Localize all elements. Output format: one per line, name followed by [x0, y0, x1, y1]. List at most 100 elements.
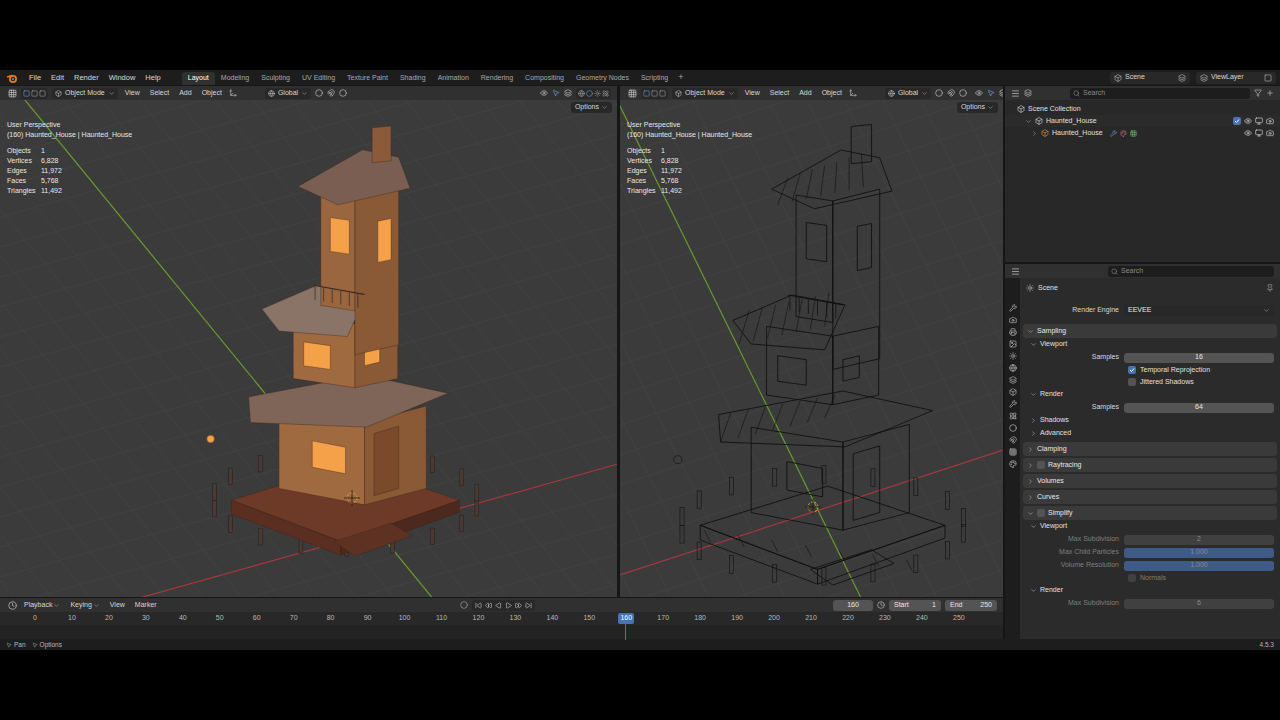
3d-viewport[interactable]: Object Mode View Select Add Object GlobalUser… — [0, 86, 617, 597]
editor-type-button[interactable] — [628, 89, 637, 98]
properties-tab[interactable] — [1009, 376, 1017, 384]
render-engine-dropdown[interactable]: EEVEE — [1124, 305, 1274, 316]
end-frame-field[interactable]: End250 — [945, 600, 997, 611]
viewport-menu[interactable]: Select — [767, 88, 792, 99]
outliner-row[interactable]: Haunted_House — [1005, 115, 1280, 127]
property-checkbox-row[interactable]: Normals — [1020, 572, 1280, 584]
property-panel-header[interactable]: Sampling — [1023, 324, 1277, 338]
number-field[interactable]: 2 — [1124, 535, 1274, 545]
menu-item[interactable]: Help — [140, 72, 165, 83]
properties-tab[interactable] — [1009, 424, 1017, 432]
options-button[interactable]: Options — [571, 102, 612, 113]
property-subpanel-header[interactable]: Advanced — [1020, 427, 1280, 440]
property-subpanel-header[interactable]: Shadows — [1020, 414, 1280, 427]
property-panel-header[interactable]: Clamping — [1023, 442, 1277, 456]
haunted-house-model[interactable] — [207, 126, 479, 556]
property-checkbox-row[interactable]: Jittered Shadows — [1020, 376, 1280, 388]
timeline-menu[interactable]: Playback — [21, 600, 63, 611]
options-button[interactable]: Options — [957, 102, 998, 113]
workspace-tab[interactable]: UV Editing — [296, 72, 341, 85]
orientation-dropdown[interactable]: Global — [265, 88, 311, 99]
viewport-menu[interactable]: Add — [796, 88, 814, 99]
viewport-menu[interactable]: View — [122, 88, 143, 99]
properties-tab[interactable] — [1009, 412, 1017, 420]
properties-tab[interactable] — [1009, 316, 1017, 324]
view-layer-selector[interactable]: ViewLayer — [1196, 72, 1276, 84]
property-subpanel-header[interactable]: Render — [1020, 584, 1280, 597]
viewport-menu[interactable]: Add — [176, 88, 194, 99]
timeline-menu[interactable]: View — [107, 600, 128, 611]
orientation-dropdown[interactable]: Global — [885, 88, 931, 99]
3d-viewport[interactable]: Object Mode View Select Add Object GlobalUser… — [620, 86, 1003, 597]
viewport-menu[interactable]: View — [742, 88, 763, 99]
property-subpanel-header[interactable]: Viewport — [1020, 338, 1280, 351]
property-panel-header[interactable]: Simplify — [1023, 506, 1277, 520]
mode-dropdown[interactable]: Object Mode — [672, 88, 738, 99]
viewport-scene[interactable] — [0, 100, 617, 597]
editor-type-button[interactable] — [8, 89, 17, 98]
number-field[interactable]: 1.000 — [1124, 561, 1274, 571]
panel-checkbox[interactable] — [1037, 461, 1045, 469]
property-subpanel-header[interactable]: Render — [1020, 388, 1280, 401]
start-frame-field[interactable]: Start1 — [889, 600, 941, 611]
workspace-tab[interactable]: Modeling — [215, 72, 255, 85]
viewport-scene[interactable] — [620, 100, 1003, 597]
workspace-tab[interactable]: Scripting — [635, 72, 674, 85]
property-panel-header[interactable]: Volumes — [1023, 474, 1277, 488]
timeline-ruler[interactable]: 0102030405060708090100110120130140150160… — [27, 612, 967, 625]
workspace-tab[interactable]: Animation — [432, 72, 475, 85]
checkbox[interactable] — [1128, 574, 1136, 582]
viewport-menu[interactable]: Object — [819, 88, 845, 99]
checkbox[interactable] — [1128, 378, 1136, 386]
current-frame-field[interactable]: 160 — [833, 600, 873, 611]
workspace-tab[interactable]: Shading — [394, 72, 432, 85]
number-field[interactable]: 6 — [1124, 599, 1274, 609]
timeline-menu[interactable]: Keying — [67, 600, 102, 611]
checkbox[interactable] — [1128, 366, 1136, 374]
workspace-tab[interactable]: Layout — [182, 72, 215, 85]
workspace-tab[interactable]: Sculpting — [255, 72, 296, 85]
outliner-row[interactable]: Haunted_House — [1005, 127, 1280, 139]
viewport-menu[interactable]: Object — [199, 88, 225, 99]
viewport-canvas[interactable]: User Perspective(160) Haunted_House | Ha… — [0, 100, 617, 597]
number-field[interactable]: 1.000 — [1124, 548, 1274, 558]
exclude-checkbox[interactable] — [1233, 117, 1241, 125]
scene-selector[interactable]: Scene — [1110, 72, 1190, 84]
number-field[interactable]: 16 — [1124, 353, 1274, 363]
properties-tab[interactable] — [1009, 328, 1017, 336]
properties-tab[interactable] — [1009, 304, 1017, 312]
property-panel-header[interactable]: Curves — [1023, 490, 1277, 504]
mode-dropdown[interactable]: Object Mode — [52, 88, 118, 99]
add-workspace-button[interactable]: + — [674, 71, 687, 85]
properties-tab[interactable] — [1009, 352, 1017, 360]
outliner-row[interactable]: Scene Collection — [1005, 103, 1280, 115]
properties-tab[interactable] — [1009, 436, 1017, 444]
property-checkbox-row[interactable]: Temporal Reprojection — [1020, 364, 1280, 376]
viewport-canvas[interactable]: User Perspective(160) Haunted_House | Ha… — [620, 100, 1003, 597]
properties-tab[interactable] — [1009, 364, 1017, 372]
properties-search[interactable]: Search — [1108, 266, 1274, 277]
properties-tab[interactable] — [1009, 448, 1017, 456]
blender-logo-icon[interactable] — [6, 72, 18, 84]
property-panel-header[interactable]: Raytracing — [1023, 458, 1277, 472]
workspace-tab[interactable]: Rendering — [475, 72, 519, 85]
haunted-house-model[interactable] — [674, 124, 966, 585]
outliner-search[interactable]: Search — [1070, 88, 1250, 99]
menu-item[interactable]: File — [24, 72, 46, 83]
workspace-tab[interactable]: Geometry Nodes — [570, 72, 635, 85]
properties-tab[interactable] — [1009, 388, 1017, 396]
property-subpanel-header[interactable]: Viewport — [1020, 520, 1280, 533]
number-field[interactable]: 64 — [1124, 403, 1274, 413]
menu-item[interactable]: Edit — [46, 72, 69, 83]
timeline-menu[interactable]: Marker — [132, 600, 160, 611]
viewport-menu[interactable]: Select — [147, 88, 172, 99]
properties-tab[interactable] — [1009, 340, 1017, 348]
properties-tab[interactable] — [1009, 460, 1017, 468]
current-frame-marker[interactable]: 160 — [618, 613, 634, 624]
menu-item[interactable]: Window — [104, 72, 141, 83]
workspace-tab[interactable]: Texture Paint — [341, 72, 394, 85]
menu-item[interactable]: Render — [69, 72, 104, 83]
panel-checkbox[interactable] — [1037, 509, 1045, 517]
workspace-tab[interactable]: Compositing — [519, 72, 570, 85]
properties-tab[interactable] — [1009, 400, 1017, 408]
